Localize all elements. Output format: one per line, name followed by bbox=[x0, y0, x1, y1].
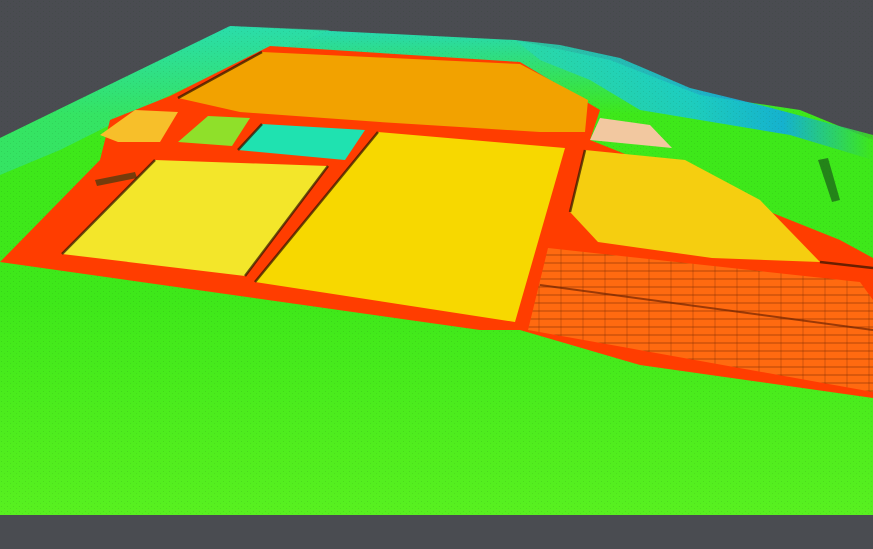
elevation-map-render[interactable] bbox=[0, 0, 873, 549]
3d-terrain-viewport[interactable] bbox=[0, 0, 873, 549]
viewport-bottom-band bbox=[0, 515, 873, 549]
